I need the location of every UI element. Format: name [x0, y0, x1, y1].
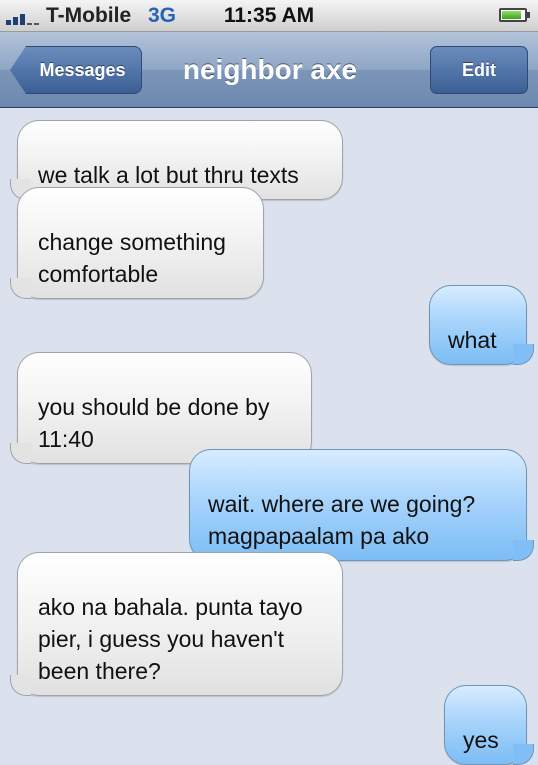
message-text: what	[448, 327, 497, 353]
edit-button[interactable]: Edit	[430, 46, 528, 94]
message-bubble-sent[interactable]: what	[429, 285, 534, 365]
status-time: 11:35 AM	[223, 4, 315, 27]
conversation-title: neighbor axe	[182, 54, 358, 85]
message-text: change something comfortable	[38, 229, 226, 287]
battery-icon	[499, 8, 530, 22]
battery-level-fill	[502, 11, 521, 19]
messages-back-button[interactable]: Messages	[10, 46, 142, 94]
message-bubble-sent[interactable]: wait. where are we going? magpapaalam pa…	[189, 449, 534, 561]
message-text: ako na bahala. punta tayo pier, i guess …	[38, 594, 303, 684]
message-bubble-received[interactable]: ako na bahala. punta tayo pier, i guess …	[17, 552, 343, 696]
message-bubble-received[interactable]: you should be done by 11:40	[17, 352, 312, 464]
message-bubble-sent[interactable]: yes	[444, 685, 534, 765]
status-bar: T-Mobile 3G 11:35 AM	[0, 0, 538, 32]
navigation-bar: Messages neighbor axe Edit	[0, 32, 538, 108]
message-text: yes	[463, 727, 499, 753]
message-text: wait. where are we going? magpapaalam pa…	[208, 491, 476, 549]
message-text: you should be done by 11:40	[38, 394, 270, 452]
message-bubble-received[interactable]: change something comfortable	[17, 187, 264, 299]
message-text: we talk a lot but thru texts	[38, 162, 299, 188]
